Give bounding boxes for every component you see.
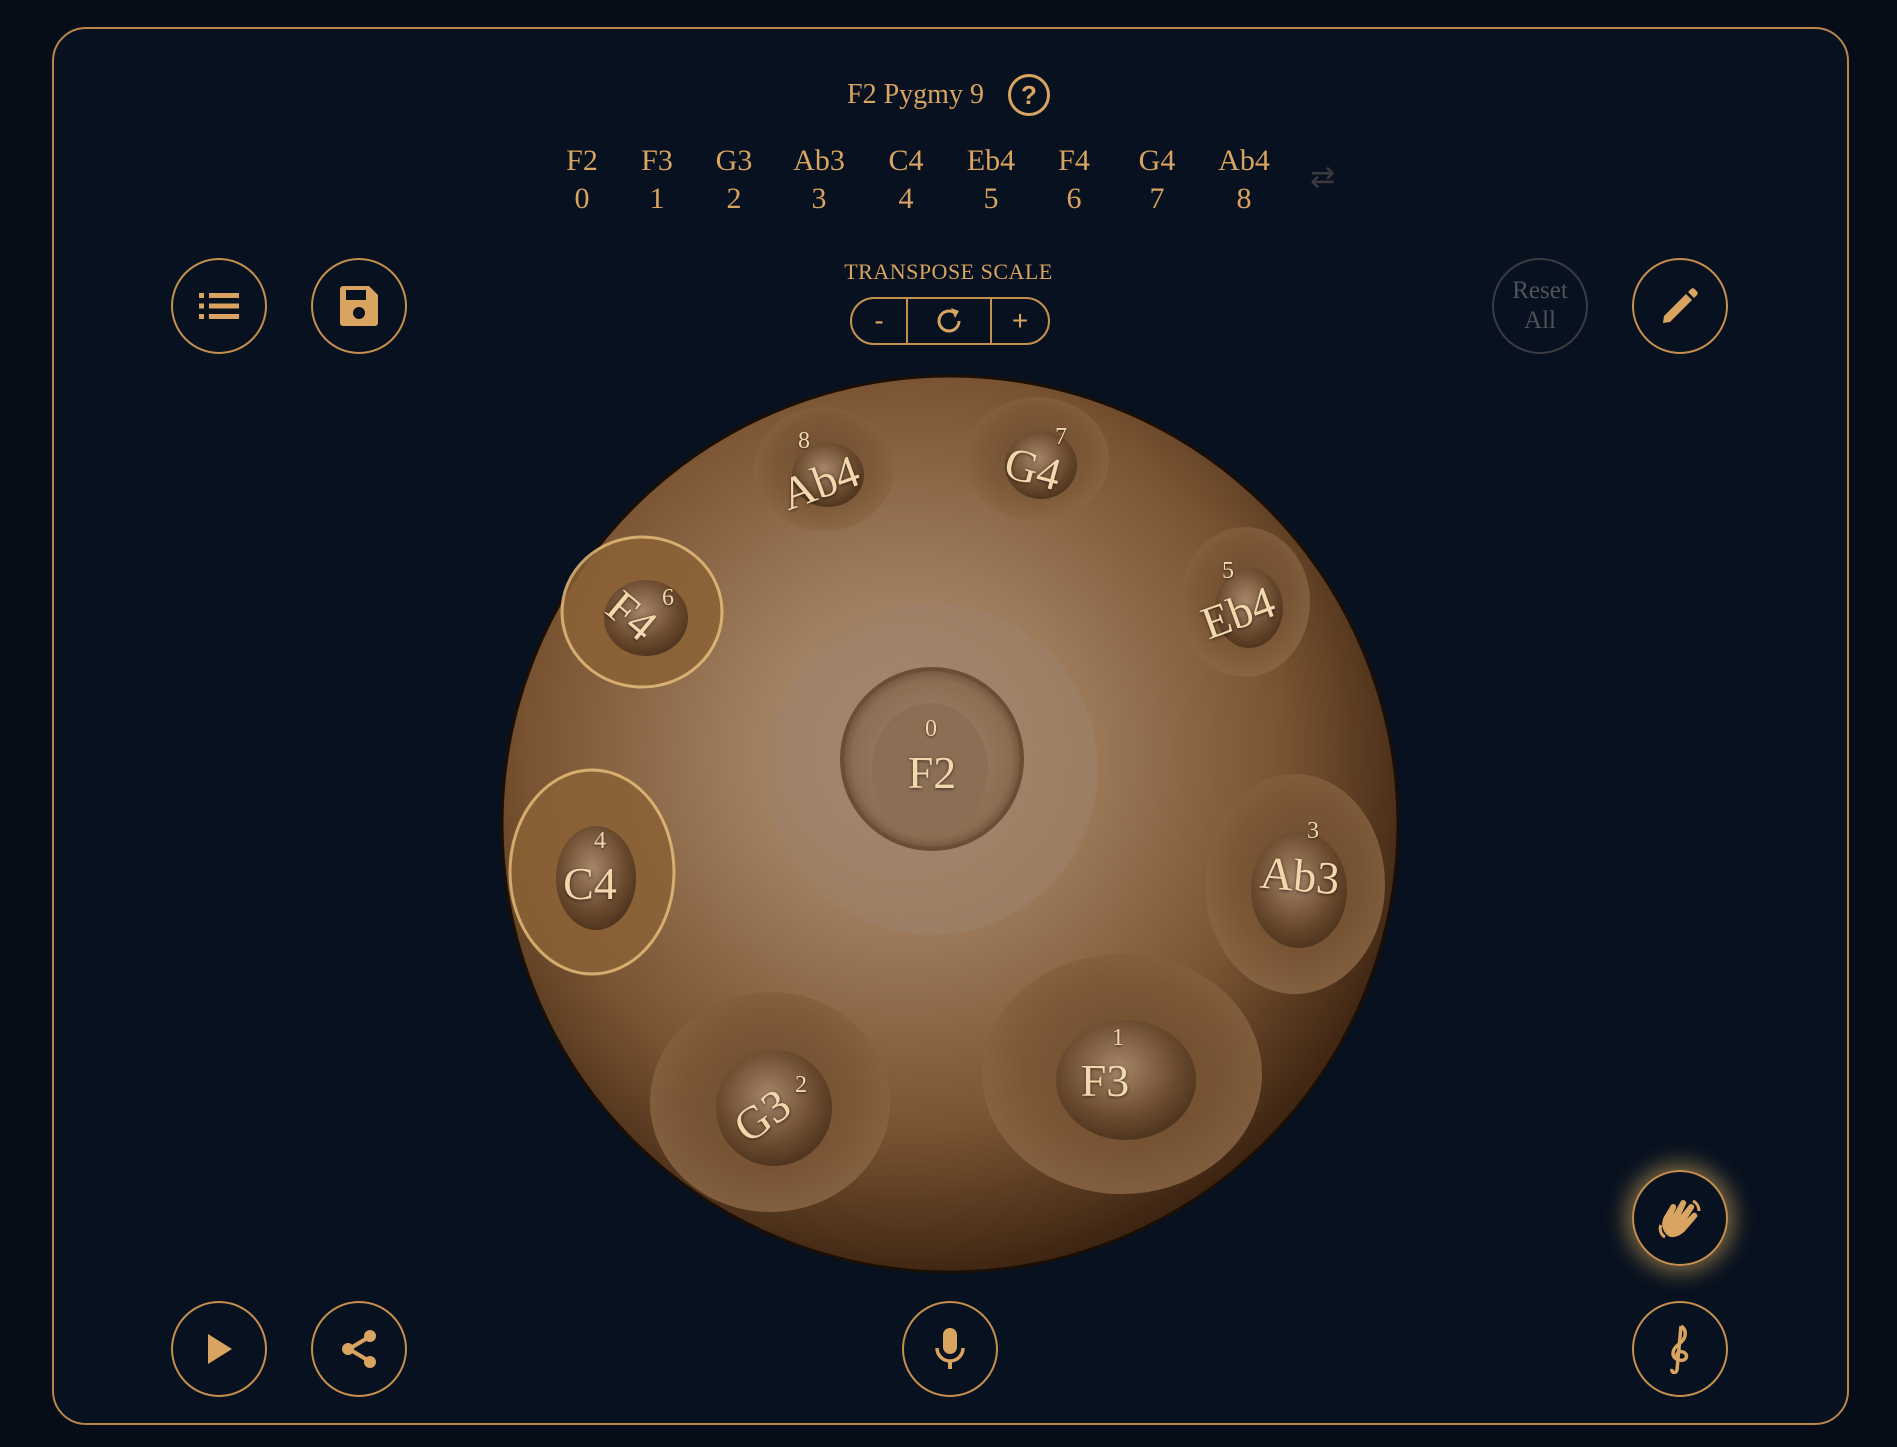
list-icon — [199, 293, 239, 319]
tone-field-index: 4 — [594, 828, 606, 854]
scale-title: F2 Pygmy 9 — [847, 79, 984, 110]
scale-note-f4: F4 6 — [1034, 142, 1114, 218]
microphone-icon — [935, 1328, 965, 1369]
tone-field-index: 6 — [662, 585, 674, 611]
scale-note-eb4: Eb4 5 — [948, 142, 1034, 218]
tone-field-index: 5 — [1222, 558, 1234, 584]
scale-note-name: Ab3 — [793, 144, 845, 177]
scale-note-index: 5 — [983, 182, 999, 215]
scale-note-g4: G4 7 — [1114, 142, 1200, 218]
instrument-button[interactable] — [1632, 1301, 1728, 1397]
scale-note-ab4: Ab4 8 — [1200, 142, 1288, 218]
scale-header: F2 Pygmy 9 ? — [0, 74, 1897, 116]
rotate-icon — [937, 308, 961, 333]
scale-note-name: F2 — [566, 144, 598, 177]
waving-hands-icon — [1658, 1199, 1701, 1239]
scale-note-name: G3 — [715, 144, 753, 177]
transpose-up-button[interactable]: + — [992, 299, 1048, 343]
tone-field-index: 3 — [1307, 818, 1319, 844]
reset-all-label-1: Reset — [1512, 277, 1568, 304]
scale-note-f3: F3 1 — [620, 142, 694, 218]
scale-note-name: F4 — [1058, 144, 1090, 177]
tone-field-label: Ab3 — [1258, 846, 1342, 905]
scale-note-index: 8 — [1236, 182, 1252, 215]
scale-note-name: C4 — [888, 144, 924, 177]
microphone-button[interactable] — [902, 1301, 998, 1397]
reset-all-button[interactable]: Reset All — [1492, 258, 1588, 354]
edit-button[interactable] — [1632, 258, 1728, 354]
transpose-reset-button[interactable] — [908, 299, 992, 343]
handpan-body — [500, 374, 1400, 1274]
share-button[interactable] — [311, 1301, 407, 1397]
handpan-instrument[interactable]: F3 1 G3 2 Ab3 3 C4 4 Eb4 5 F4 6 G4 7 Ab4 8 F2 0 — [500, 374, 1400, 1274]
tone-field-index: 8 — [798, 428, 810, 454]
scale-note-name: Ab4 — [1218, 144, 1270, 177]
reset-all-label-2: All — [1524, 307, 1556, 334]
tone-field-index: 2 — [795, 1072, 807, 1098]
scale-note-c4: C4 4 — [864, 142, 948, 218]
scale-note-index: 2 — [726, 182, 742, 215]
scale-note-index: 0 — [574, 182, 590, 215]
scale-note-name: Eb4 — [966, 144, 1016, 177]
scale-note-ab3: Ab3 3 — [774, 142, 864, 218]
scale-note-index: 4 — [898, 182, 914, 215]
scale-note-f2: F2 0 — [544, 142, 620, 218]
touch-mode-button[interactable] — [1632, 1170, 1728, 1266]
scale-note-index: 3 — [811, 182, 827, 215]
scale-note-g3: G3 2 — [694, 142, 774, 218]
tone-field-label: C4 — [563, 858, 617, 909]
tone-field-index: 7 — [1055, 424, 1067, 450]
scale-note-index: 6 — [1066, 182, 1082, 215]
play-icon — [208, 1334, 232, 1364]
play-button[interactable] — [171, 1301, 267, 1397]
transpose-down-button[interactable]: - — [852, 299, 908, 343]
tone-field-index: 0 — [925, 716, 937, 742]
transpose-label: TRANSPOSE SCALE — [844, 259, 1053, 284]
tone-field-index: 1 — [1112, 1025, 1124, 1051]
scale-note-name: F3 — [641, 144, 673, 177]
scale-note-index: 1 — [649, 182, 665, 215]
pencil-icon — [1663, 288, 1698, 323]
swap-arrows-icon[interactable]: ⇄ — [1310, 160, 1335, 195]
treble-clef-icon — [1670, 1324, 1689, 1374]
save-disk-icon — [340, 286, 378, 326]
scale-note-index: 7 — [1149, 182, 1165, 215]
scale-notes-list: F2 0 F3 1 G3 2 Ab3 3 C4 4 Eb4 5 F4 6 G4 7 Ab4 8 — [544, 142, 1288, 218]
tone-field-label: F2 — [907, 747, 957, 798]
tone-field-label: F3 — [1080, 1055, 1130, 1106]
scale-note-name: G4 — [1138, 144, 1176, 177]
help-icon[interactable]: ? — [1007, 74, 1050, 116]
transpose-control: - + — [850, 297, 1050, 345]
share-icon — [342, 1330, 376, 1368]
